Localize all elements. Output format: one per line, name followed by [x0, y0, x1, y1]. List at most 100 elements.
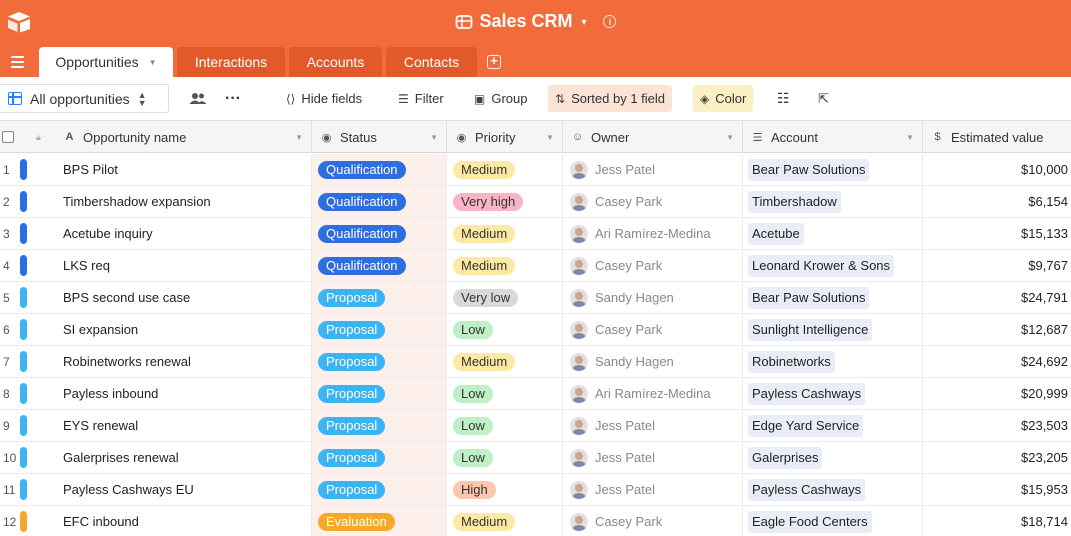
opportunity-name-cell[interactable]: EYS renewal: [55, 410, 312, 441]
tab-interactions[interactable]: Interactions: [177, 47, 285, 77]
add-table-icon[interactable]: +: [487, 54, 501, 69]
priority-cell[interactable]: Medium: [447, 250, 563, 281]
account-cell[interactable]: Leonard Krower & Sons: [743, 250, 923, 281]
linked-account-chip[interactable]: Sunlight Intelligence: [748, 318, 873, 341]
linked-account-chip[interactable]: Leonard Krower & Sons: [748, 254, 895, 277]
column-header-account[interactable]: ☰ Account ▼: [743, 121, 923, 153]
account-cell[interactable]: Robinetworks: [743, 346, 923, 377]
color-button[interactable]: ◈ Color: [693, 85, 754, 112]
estimated-value-cell[interactable]: $9,767: [923, 250, 1071, 281]
collaborators-button[interactable]: [182, 85, 214, 112]
status-cell[interactable]: Qualification: [312, 154, 447, 185]
table-row[interactable]: 8 Payless inbound Proposal Low Ari Ramírez-M…: [0, 378, 1071, 410]
opportunity-name-cell[interactable]: Galerprises renewal: [55, 442, 312, 473]
menu-icon[interactable]: [11, 56, 24, 68]
linked-account-chip[interactable]: Eagle Food Centers: [748, 510, 872, 533]
estimated-value-cell[interactable]: $20,999: [923, 378, 1071, 409]
table-row[interactable]: 3 Acetube inquiry Qualification Medium Ari R…: [0, 218, 1071, 250]
table-row[interactable]: 1 BPS Pilot Qualification Medium Jess Patel B…: [0, 154, 1071, 186]
row-number-cell[interactable]: 12: [0, 506, 55, 536]
column-header-name[interactable]: A Opportunity name ▼: [55, 121, 312, 153]
opportunity-name-cell[interactable]: Payless Cashways EU: [55, 474, 312, 505]
row-number-cell[interactable]: 7: [0, 346, 55, 377]
opportunity-name-cell[interactable]: Payless inbound: [55, 378, 312, 409]
table-row[interactable]: 10 Galerprises renewal Proposal Low Jess Pat…: [0, 442, 1071, 474]
table-row[interactable]: 2 Timbershadow expansion Qualification Very…: [0, 186, 1071, 218]
status-cell[interactable]: Qualification: [312, 218, 447, 249]
select-all-checkbox[interactable]: [2, 131, 14, 143]
linked-account-chip[interactable]: Robinetworks: [748, 350, 835, 373]
column-header-priority[interactable]: ◉ Priority ▼: [447, 121, 563, 153]
priority-cell[interactable]: Low: [447, 442, 563, 473]
priority-cell[interactable]: Medium: [447, 218, 563, 249]
filter-button[interactable]: ☰ Filter: [391, 85, 451, 112]
status-cell[interactable]: Proposal: [312, 314, 447, 345]
row-number-cell[interactable]: 1: [0, 154, 55, 185]
account-cell[interactable]: Acetube: [743, 218, 923, 249]
table-row[interactable]: 11 Payless Cashways EU Proposal High Jess Pa…: [0, 474, 1071, 506]
base-title[interactable]: Sales CRM ▼ i: [455, 11, 617, 32]
opportunity-name-cell[interactable]: EFC inbound: [55, 506, 312, 536]
estimated-value-cell[interactable]: $24,791: [923, 282, 1071, 313]
opportunity-name-cell[interactable]: BPS second use case: [55, 282, 312, 313]
row-number-cell[interactable]: 6: [0, 314, 55, 345]
priority-cell[interactable]: Very high: [447, 186, 563, 217]
opportunity-name-cell[interactable]: SI expansion: [55, 314, 312, 345]
linked-account-chip[interactable]: Galerprises: [748, 446, 823, 469]
opportunity-name-cell[interactable]: BPS Pilot: [55, 154, 312, 185]
chevron-down-icon[interactable]: ▼: [546, 133, 554, 142]
row-number-cell[interactable]: 8: [0, 378, 55, 409]
owner-cell[interactable]: Sandy Hagen: [563, 282, 743, 313]
priority-cell[interactable]: Low: [447, 378, 563, 409]
priority-cell[interactable]: Medium: [447, 346, 563, 377]
owner-cell[interactable]: Sandy Hagen: [563, 346, 743, 377]
linked-account-chip[interactable]: Edge Yard Service: [748, 414, 864, 437]
account-cell[interactable]: Bear Paw Solutions: [743, 282, 923, 313]
linked-account-chip[interactable]: Payless Cashways: [748, 478, 866, 501]
opportunity-name-cell[interactable]: Timbershadow expansion: [55, 186, 312, 217]
owner-cell[interactable]: Casey Park: [563, 186, 743, 217]
estimated-value-cell[interactable]: $15,953: [923, 474, 1071, 505]
owner-cell[interactable]: Jess Patel: [563, 154, 743, 185]
estimated-value-cell[interactable]: $15,133: [923, 218, 1071, 249]
status-cell[interactable]: Proposal: [312, 378, 447, 409]
row-number-cell[interactable]: 11: [0, 474, 55, 505]
account-cell[interactable]: Edge Yard Service: [743, 410, 923, 441]
table-row[interactable]: 12 EFC inbound Evaluation Medium Casey Park E…: [0, 506, 1071, 536]
row-number-cell[interactable]: 2: [0, 186, 55, 217]
status-cell[interactable]: Proposal: [312, 346, 447, 377]
column-header-status[interactable]: ◉ Status ▼: [312, 121, 447, 153]
more-options-icon[interactable]: ···: [218, 85, 248, 112]
account-cell[interactable]: Bear Paw Solutions: [743, 154, 923, 185]
share-view-button[interactable]: ⇱: [811, 85, 836, 112]
priority-cell[interactable]: Low: [447, 410, 563, 441]
account-cell[interactable]: Timbershadow: [743, 186, 923, 217]
table-row[interactable]: 6 SI expansion Proposal Low Casey Park Sunlig…: [0, 314, 1071, 346]
chevron-down-icon[interactable]: ▼: [906, 133, 914, 142]
status-cell[interactable]: Evaluation: [312, 506, 447, 536]
account-cell[interactable]: Payless Cashways: [743, 474, 923, 505]
chevron-down-icon[interactable]: ▼: [295, 133, 303, 142]
priority-cell[interactable]: Medium: [447, 154, 563, 185]
owner-cell[interactable]: Jess Patel: [563, 442, 743, 473]
owner-cell[interactable]: Jess Patel: [563, 410, 743, 441]
account-cell[interactable]: Payless Cashways: [743, 378, 923, 409]
view-switcher[interactable]: All opportunities ▲ ▼: [0, 84, 169, 113]
row-number-cell[interactable]: 10: [0, 442, 55, 473]
opportunity-name-cell[interactable]: LKS req: [55, 250, 312, 281]
chevron-down-icon[interactable]: ▼: [580, 17, 589, 27]
row-height-button[interactable]: ☷: [770, 85, 797, 112]
sort-button[interactable]: ⇅ Sorted by 1 field: [548, 85, 673, 112]
status-cell[interactable]: Qualification: [312, 250, 447, 281]
table-row[interactable]: 5 BPS second use case Proposal Very low Sand…: [0, 282, 1071, 314]
table-row[interactable]: 4 LKS req Qualification Medium Casey Park Leo…: [0, 250, 1071, 282]
owner-cell[interactable]: Casey Park: [563, 506, 743, 536]
group-button[interactable]: ▣ Group: [467, 85, 534, 112]
estimated-value-cell[interactable]: $6,154: [923, 186, 1071, 217]
row-number-cell[interactable]: 4: [0, 250, 55, 281]
priority-cell[interactable]: Medium: [447, 506, 563, 536]
opportunity-name-cell[interactable]: Robinetworks renewal: [55, 346, 312, 377]
owner-cell[interactable]: Ari Ramírez-Medina: [563, 378, 743, 409]
chevron-down-icon[interactable]: ▼: [726, 133, 734, 142]
status-cell[interactable]: Qualification: [312, 186, 447, 217]
